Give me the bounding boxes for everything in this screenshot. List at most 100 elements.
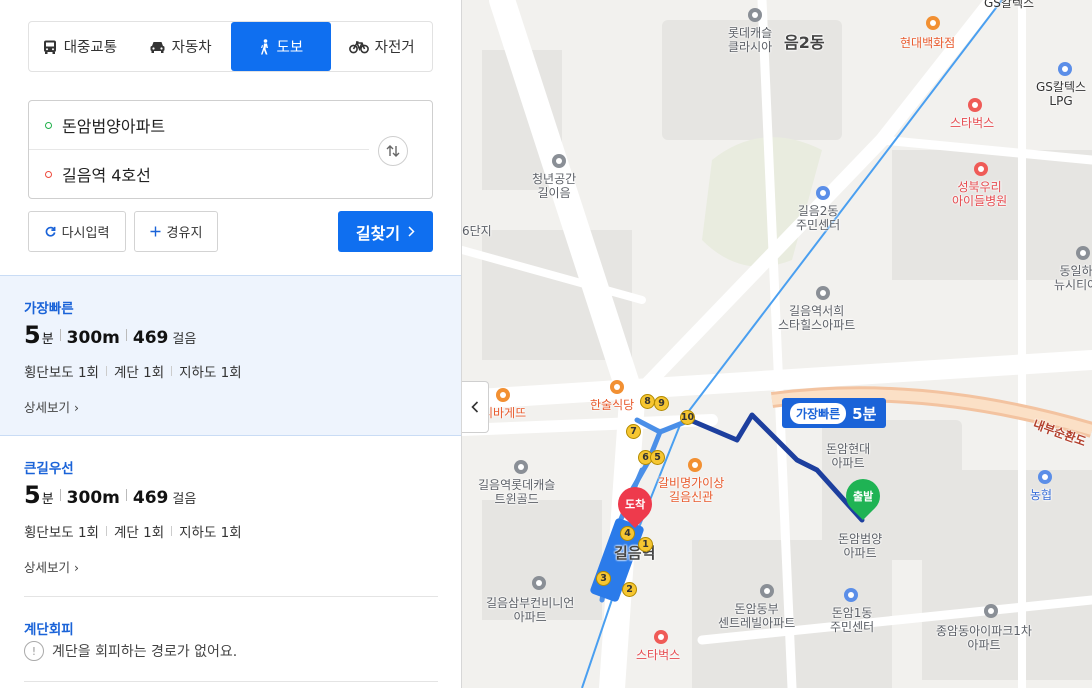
no-route-text: 계단을 회피하는 경로가 없어요. xyxy=(52,644,238,660)
refresh-icon xyxy=(45,226,56,237)
origin-pin-label: 출발 xyxy=(852,490,874,503)
collapse-panel-button[interactable] xyxy=(462,381,489,433)
destination-pin-label: 도착 xyxy=(624,498,646,511)
map-label: 길음역롯데캐슬 트윈골드 xyxy=(478,478,556,506)
separator xyxy=(125,489,127,501)
start-dot-icon xyxy=(45,121,52,129)
bakery-poi-icon xyxy=(496,388,510,402)
map-label: 돈암1동 주민센터 xyxy=(830,606,875,634)
cafe-poi-icon xyxy=(654,630,668,644)
underpass-count: 지하도 1회 xyxy=(179,525,242,541)
map-label: GS칼텍스 LPG xyxy=(1036,80,1087,108)
duration-unit: 분 xyxy=(41,492,54,507)
duration-unit: 분 xyxy=(41,332,54,347)
map-label: 길음역서희 스타힐스아파트 xyxy=(778,304,856,332)
route-details: 횡단보도 1회 계단 1회 지하도 1회 xyxy=(24,361,242,381)
map-label: 한술식당 xyxy=(590,398,635,412)
add-waypoint-button[interactable]: 경유지 xyxy=(134,211,218,252)
steps-unit: 걸음 xyxy=(172,492,197,507)
separator xyxy=(105,366,107,376)
waypoint-label: 경유지 xyxy=(166,226,203,241)
apartment-poi-icon xyxy=(532,576,546,590)
apartment-poi-icon xyxy=(760,584,774,598)
tab-public-transit[interactable]: 대중교통 xyxy=(29,22,130,71)
exit-number-marker: 9 xyxy=(654,396,669,411)
route-time-badge[interactable]: 가장빠른 5분 xyxy=(782,398,887,428)
map-label: 6단지 xyxy=(462,224,492,238)
plus-icon xyxy=(150,226,161,237)
map-label: 현대백화점 xyxy=(900,36,956,50)
tab-label: 도보 xyxy=(276,40,304,56)
map-label: 스타벅스 xyxy=(950,116,995,130)
route-option-title: 큰길우선 xyxy=(24,461,74,477)
crosswalk-count: 횡단보도 1회 xyxy=(24,365,99,381)
exit-number-marker: 10 xyxy=(680,410,695,425)
map-label: 종암동아이파크1차 아파트 xyxy=(936,624,1032,652)
chevron-left-icon xyxy=(471,401,479,413)
shopping-poi-icon xyxy=(926,16,940,30)
car-icon xyxy=(150,41,165,53)
separator xyxy=(105,526,107,536)
separator xyxy=(171,526,173,536)
exit-number-marker: 8 xyxy=(640,394,655,409)
exit-number-marker: 7 xyxy=(626,424,641,439)
stairs-count: 계단 1회 xyxy=(113,525,165,541)
map-label: 롯데캐슬 클라시아 xyxy=(728,26,773,54)
apartment-poi-icon xyxy=(984,604,998,618)
route-option-title: 계단회피 xyxy=(24,622,74,638)
reset-label: 다시입력 xyxy=(61,226,110,241)
route-result-fastest[interactable]: 가장빠른 5 분 300m 469 걸음 횡단보도 1회 계단 1회 지하도 1… xyxy=(0,275,461,436)
tab-walk[interactable]: 도보 xyxy=(230,22,332,71)
map-label: 동일하뉴시티아 xyxy=(1054,264,1092,292)
map-label: 길음2동 주민센터 xyxy=(796,204,841,232)
exit-number-marker: 3 xyxy=(596,571,611,586)
exit-number-marker: 2 xyxy=(622,582,637,597)
reset-button[interactable]: 다시입력 xyxy=(28,211,126,252)
steps-unit: 걸음 xyxy=(172,332,197,347)
map-label: 청년공간 길이음 xyxy=(532,172,577,200)
duration-value: 5 xyxy=(24,321,41,349)
map-label: 돈암범양 아파트 xyxy=(838,532,883,560)
info-icon: ! xyxy=(24,641,44,661)
map-label: 농협 xyxy=(1030,488,1053,502)
start-location: 돈암범양아파트 xyxy=(62,117,166,136)
swap-button[interactable] xyxy=(378,136,408,166)
end-field[interactable]: 길음역 4호선 xyxy=(29,150,369,198)
underpass-count: 지하도 1회 xyxy=(179,365,242,381)
exit-number-marker: 5 xyxy=(650,450,665,465)
duration-value: 5 xyxy=(24,481,41,509)
exit-number-marker: 4 xyxy=(620,526,635,541)
map-label: 길음삼부컨비니언 아파트 xyxy=(486,596,575,624)
crosswalk-count: 횡단보도 1회 xyxy=(24,525,99,541)
map-view[interactable]: 롯데캐슬 클라시아 음2동 현대백화점 GS칼텍스 GS칼텍스 LPG 스타벅스 성… xyxy=(462,0,1092,688)
gas-station-poi-icon xyxy=(1058,62,1072,76)
route-result-main-road[interactable]: 큰길우선 5 분 300m 469 걸음 횡단보도 1회 계단 1회 지하도 1… xyxy=(0,436,461,597)
start-field[interactable]: 돈암범양아파트 xyxy=(29,101,369,149)
transport-mode-tabs: 대중교통 자동차 도보 자전거 xyxy=(28,21,433,72)
route-summary: 5 분 300m 469 걸음 xyxy=(24,481,196,509)
distance-value: 300m xyxy=(66,488,120,508)
bank-poi-icon xyxy=(1038,470,1052,484)
find-route-button[interactable]: 길찾기 xyxy=(338,211,433,252)
tab-car[interactable]: 자동차 xyxy=(130,22,231,71)
view-details-link[interactable]: 상세보기 › xyxy=(24,557,79,576)
map-label: 돈암현대 아파트 xyxy=(826,442,871,470)
chevron-right-icon: › xyxy=(74,400,79,415)
tab-label: 대중교통 xyxy=(63,40,118,56)
map-label: 돈암동부 센트레빌아파트 xyxy=(718,602,796,630)
end-dot-icon xyxy=(45,170,52,178)
map-label: 성북우리 아이들병원 xyxy=(952,180,1008,208)
route-badge-tag: 가장빠른 xyxy=(790,402,847,424)
restaurant-poi-icon xyxy=(688,458,702,472)
hospital-poi-icon xyxy=(974,162,988,176)
route-details: 횡단보도 1회 계단 1회 지하도 1회 xyxy=(24,521,242,541)
tab-label: 자전거 xyxy=(374,40,415,56)
route-result-avoid-stairs: 계단회피 ! 계단을 회피하는 경로가 없어요. xyxy=(0,597,461,688)
separator xyxy=(171,366,173,376)
steps-value: 469 xyxy=(132,328,169,348)
distance-value: 300m xyxy=(66,328,120,348)
no-route-message: ! 계단을 회피하는 경로가 없어요. xyxy=(24,641,237,661)
walk-icon xyxy=(260,38,268,54)
tab-bicycle[interactable]: 자전거 xyxy=(331,22,432,71)
view-details-link[interactable]: 상세보기 › xyxy=(24,397,79,416)
